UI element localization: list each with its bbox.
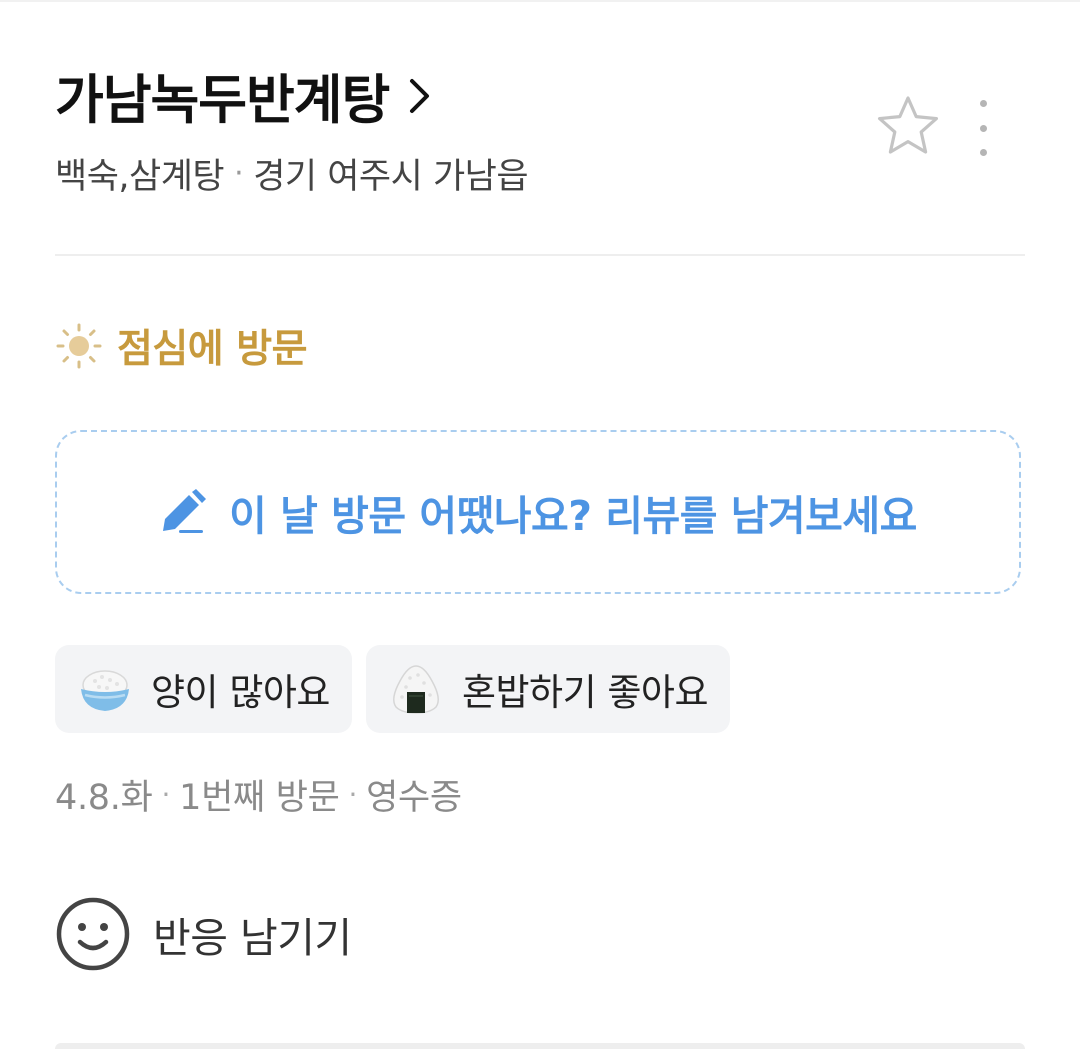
more-dot-icon: [979, 100, 987, 107]
visit-time: 점심에 방문: [55, 318, 307, 374]
separator-dot: ·: [161, 777, 171, 811]
star-icon: [877, 96, 939, 154]
smiley-icon: [56, 897, 130, 971]
write-review-button[interactable]: 이 날 방문 어땠나요? 리뷰를 남겨보세요: [55, 430, 1021, 594]
pencil-icon: [163, 489, 207, 533]
more-options-button[interactable]: [966, 100, 1000, 156]
restaurant-name: 가남녹두반계탕: [55, 70, 390, 131]
more-dot-icon: [979, 124, 987, 132]
tag-good-for-solo-dining: 혼밥하기 좋아요: [365, 645, 731, 733]
write-review-label: 이 날 방문 어땠나요? 리뷰를 남겨보세요: [229, 492, 917, 540]
restaurant-category: 백숙,삼계탕: [55, 157, 225, 197]
tag-generous-portion: 양이 많아요: [55, 645, 352, 733]
visit-verification: 영수증: [366, 777, 462, 818]
chevron-right-icon: [407, 74, 445, 118]
favorite-star-button[interactable]: [876, 94, 940, 158]
rice-bowl-icon: [81, 670, 129, 711]
section-divider: [55, 254, 1025, 256]
leave-reaction-button[interactable]: 반응 남기기: [55, 894, 352, 974]
leave-reaction-label: 반응 남기기: [153, 914, 352, 962]
separator-dot: ·: [348, 777, 358, 811]
more-dot-icon: [979, 149, 987, 156]
separator-dot: ·: [234, 156, 244, 191]
next-card-edge: [55, 1043, 1025, 1049]
visit-time-label: 점심에 방문: [117, 327, 307, 372]
sun-icon: [56, 323, 102, 369]
restaurant-location: 경기 여주시 가남읍: [253, 157, 529, 197]
rice-ball-icon: [392, 665, 439, 714]
visit-meta: 4.8.화 · 1번째 방문 · 영수증: [55, 768, 462, 820]
visit-date: 4.8.화: [55, 777, 153, 818]
visit-count: 1번째 방문: [179, 777, 340, 818]
tag-label: 혼밥하기 좋아요: [461, 671, 709, 714]
tag-label: 양이 많아요: [151, 671, 330, 714]
review-tags: 양이 많아요 혼밥하기 좋아요: [55, 645, 731, 733]
top-divider: [0, 0, 1080, 2]
